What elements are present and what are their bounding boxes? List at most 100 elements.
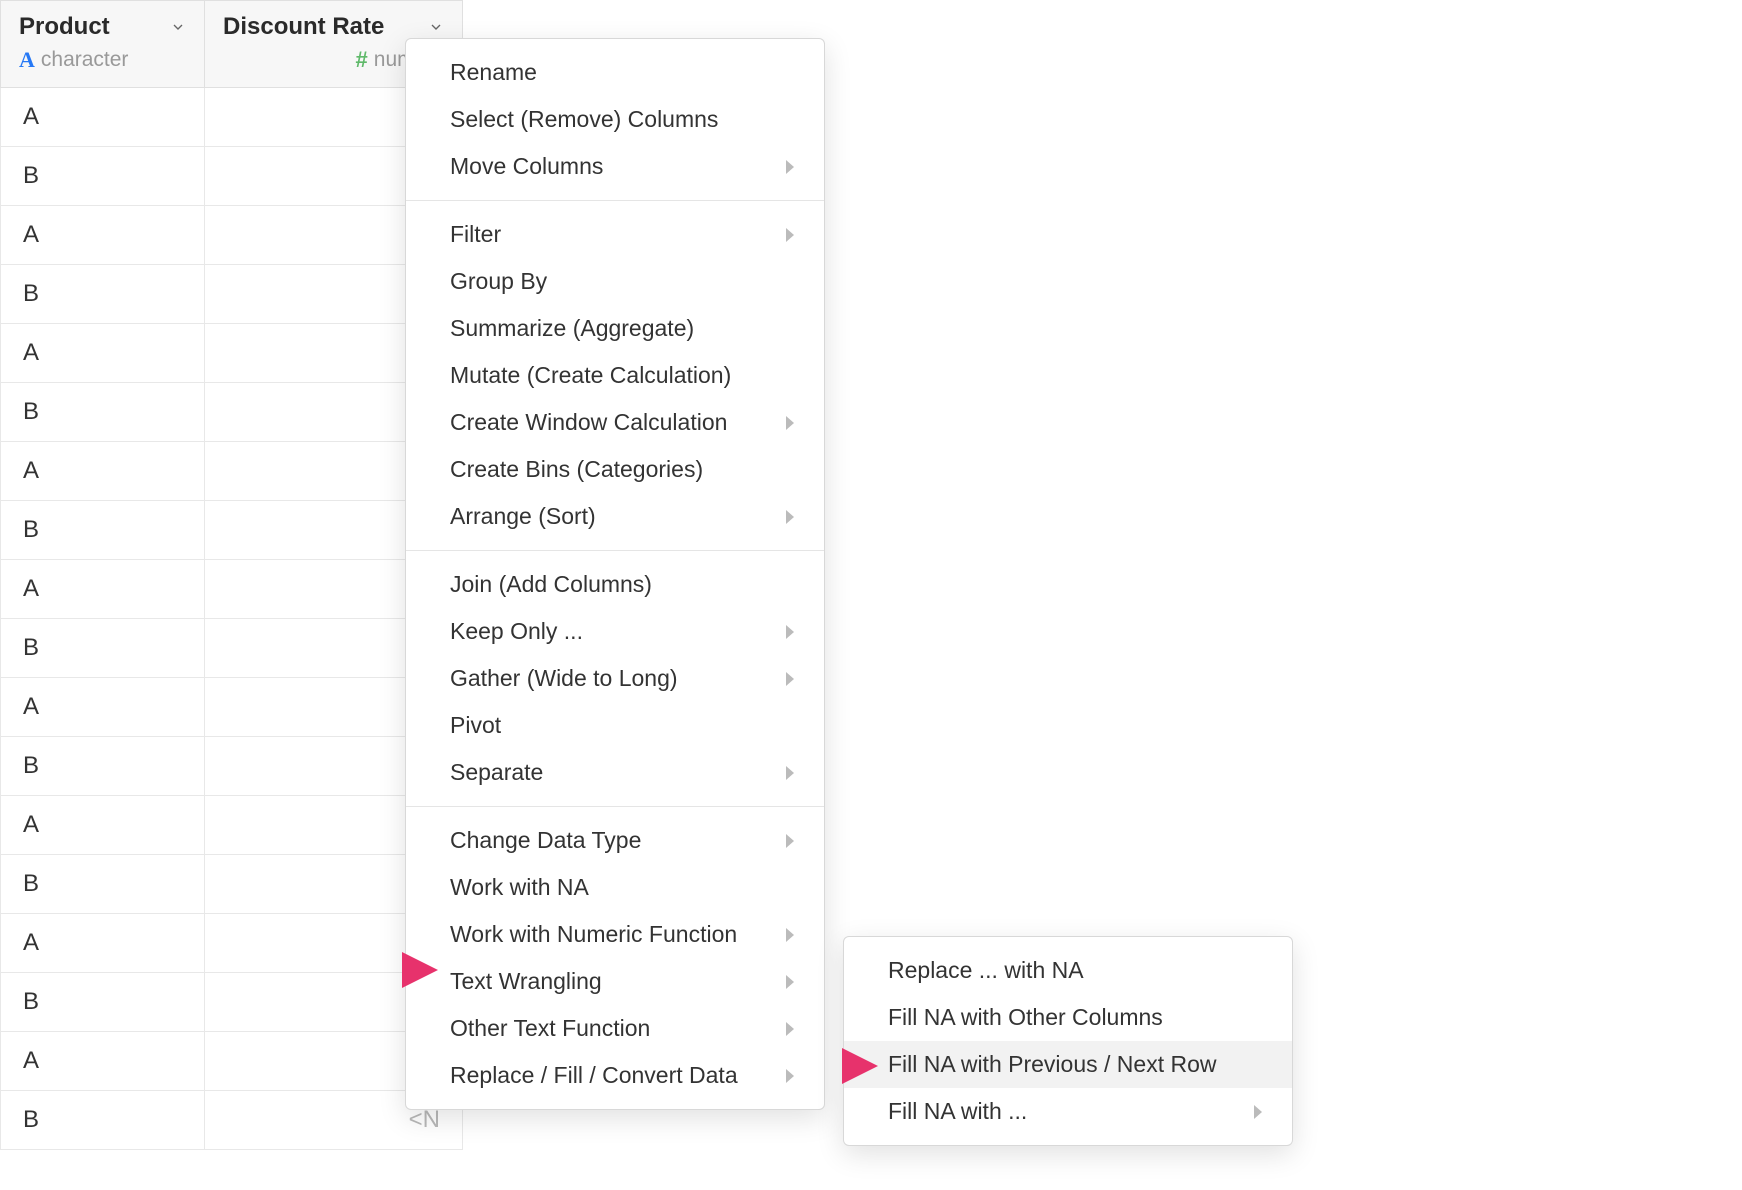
menu-item[interactable]: Change Data Type — [406, 817, 824, 864]
submenu-arrow-icon — [786, 766, 794, 780]
cell-product[interactable]: A — [0, 560, 205, 618]
table-row[interactable]: B — [0, 147, 463, 206]
submenu-arrow-icon — [786, 1022, 794, 1036]
submenu-arrow-icon — [786, 928, 794, 942]
menu-item-label: Text Wrangling — [450, 968, 602, 995]
table-row[interactable]: B<N — [0, 855, 463, 914]
menu-separator — [406, 806, 824, 807]
submenu-arrow-icon — [786, 672, 794, 686]
menu-item[interactable]: Filter — [406, 211, 824, 258]
cell-product[interactable]: A — [0, 206, 205, 264]
table-row[interactable]: A<N — [0, 206, 463, 265]
menu-item-label: Join (Add Columns) — [450, 571, 652, 598]
table-row[interactable]: B<N — [0, 619, 463, 678]
submenu-item[interactable]: Fill NA with ... — [844, 1088, 1292, 1135]
cell-product[interactable]: A — [0, 796, 205, 854]
column-header-product[interactable]: Product A character — [0, 1, 205, 87]
chevron-down-icon[interactable] — [170, 19, 186, 35]
submenu-arrow-icon — [786, 625, 794, 639]
column-type-label: character — [41, 48, 129, 72]
menu-item[interactable]: Select (Remove) Columns — [406, 96, 824, 143]
table-row[interactable]: A<N — [0, 1032, 463, 1091]
menu-item-label: Other Text Function — [450, 1015, 650, 1042]
table-row[interactable]: A — [0, 88, 463, 147]
cell-product[interactable]: B — [0, 1091, 205, 1149]
work-with-na-submenu[interactable]: Replace ... with NA Fill NA with Other Co… — [843, 936, 1293, 1146]
column-name: Discount Rate — [223, 13, 384, 41]
menu-item[interactable]: Arrange (Sort) — [406, 493, 824, 540]
submenu-item[interactable]: Fill NA with Other Columns — [844, 994, 1292, 1041]
cell-product[interactable]: B — [0, 265, 205, 323]
cell-product[interactable]: B — [0, 383, 205, 441]
cell-product[interactable]: B — [0, 501, 205, 559]
table-row[interactable]: A<N — [0, 324, 463, 383]
chevron-down-icon[interactable] — [428, 19, 444, 35]
cell-product[interactable]: A — [0, 324, 205, 382]
menu-item-label: Group By — [450, 268, 547, 295]
menu-item-label: Fill NA with Other Columns — [888, 1004, 1163, 1031]
menu-item-label: Summarize (Aggregate) — [450, 315, 694, 342]
menu-item-label: Change Data Type — [450, 827, 641, 854]
menu-item-label: Work with Numeric Function — [450, 921, 737, 948]
menu-item[interactable]: Work with Numeric Function — [406, 911, 824, 958]
column-name: Product — [19, 13, 110, 41]
numeric-type-icon: # — [356, 47, 368, 73]
submenu-arrow-icon — [1254, 1105, 1262, 1119]
cell-product[interactable]: A — [0, 914, 205, 972]
annotation-arrow-icon — [310, 940, 440, 1000]
menu-item[interactable]: Summarize (Aggregate) — [406, 305, 824, 352]
submenu-arrow-icon — [786, 975, 794, 989]
submenu-arrow-icon — [786, 228, 794, 242]
submenu-arrow-icon — [786, 416, 794, 430]
menu-item-label: Rename — [450, 59, 537, 86]
menu-item-label: Arrange (Sort) — [450, 503, 596, 530]
menu-item[interactable]: Rename — [406, 49, 824, 96]
menu-item-label: Gather (Wide to Long) — [450, 665, 678, 692]
menu-item-label: Select (Remove) Columns — [450, 106, 718, 133]
menu-item[interactable]: Keep Only ... — [406, 608, 824, 655]
cell-product[interactable]: A — [0, 678, 205, 736]
menu-item-label: Filter — [450, 221, 501, 248]
menu-item[interactable]: Create Window Calculation — [406, 399, 824, 446]
cell-product[interactable]: B — [0, 147, 205, 205]
table-row[interactable]: B<N — [0, 501, 463, 560]
table-row[interactable]: B<N — [0, 737, 463, 796]
cell-product[interactable]: A — [0, 1032, 205, 1090]
submenu-arrow-icon — [786, 510, 794, 524]
cell-product[interactable]: B — [0, 855, 205, 913]
character-type-icon: A — [19, 47, 35, 73]
menu-item[interactable]: Pivot — [406, 702, 824, 749]
cell-product[interactable]: B — [0, 619, 205, 677]
menu-item[interactable]: Separate — [406, 749, 824, 796]
table-row[interactable]: A<N — [0, 796, 463, 855]
cell-product[interactable]: A — [0, 88, 205, 146]
submenu-item[interactable]: Fill NA with Previous / Next Row — [844, 1041, 1292, 1088]
cell-product[interactable]: B — [0, 737, 205, 795]
submenu-item[interactable]: Replace ... with NA — [844, 947, 1292, 994]
cell-product[interactable]: B — [0, 973, 205, 1031]
submenu-arrow-icon — [786, 834, 794, 848]
submenu-arrow-icon — [786, 160, 794, 174]
table-row[interactable]: A<N — [0, 560, 463, 619]
menu-separator — [406, 550, 824, 551]
table-row[interactable]: B<N — [0, 383, 463, 442]
menu-item-label: Replace / Fill / Convert Data — [450, 1062, 738, 1089]
table-row[interactable]: A<N — [0, 442, 463, 501]
menu-item[interactable]: Join (Add Columns) — [406, 561, 824, 608]
table-row[interactable]: B<N — [0, 265, 463, 324]
menu-item-label: Fill NA with Previous / Next Row — [888, 1051, 1216, 1078]
menu-item[interactable]: Text Wrangling — [406, 958, 824, 1005]
cell-product[interactable]: A — [0, 442, 205, 500]
menu-item[interactable]: Move Columns — [406, 143, 824, 190]
menu-separator — [406, 200, 824, 201]
menu-item-label: Create Bins (Categories) — [450, 456, 703, 483]
menu-item[interactable]: Create Bins (Categories) — [406, 446, 824, 493]
menu-item-label: Create Window Calculation — [450, 409, 727, 436]
menu-item[interactable]: Work with NA — [406, 864, 824, 911]
menu-item[interactable]: Group By — [406, 258, 824, 305]
menu-item[interactable]: Gather (Wide to Long) — [406, 655, 824, 702]
column-context-menu[interactable]: Rename Select (Remove) Columns Move Column… — [405, 38, 825, 1110]
menu-item[interactable]: Mutate (Create Calculation) — [406, 352, 824, 399]
table-row[interactable]: A<N — [0, 678, 463, 737]
table-row[interactable]: B<N — [0, 1091, 463, 1150]
